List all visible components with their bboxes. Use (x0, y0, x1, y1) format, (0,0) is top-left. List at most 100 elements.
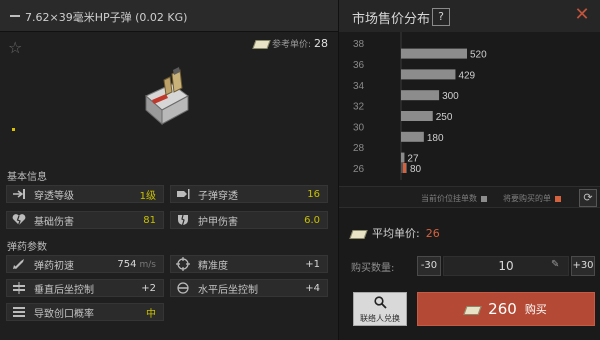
y-tick-label: 30 (353, 122, 365, 133)
wound-chance-icon (10, 305, 28, 319)
crosshair-icon (174, 257, 192, 271)
legend-current-label: 当前价位挂单数 (421, 194, 477, 203)
bar-value-label: 429 (458, 70, 475, 81)
stat-value: +4 (305, 282, 320, 294)
bar-value-label: 250 (436, 112, 453, 123)
bar-value-label: 520 (470, 50, 487, 61)
currency-icon (254, 39, 269, 48)
buy-price: 260 (488, 300, 517, 318)
stat-label: 水平后坐控制 (198, 284, 258, 296)
average-price-label: 平均单价: (372, 227, 420, 240)
stat-value: 1级 (139, 190, 156, 202)
y-tick-label: 38 (353, 39, 365, 50)
help-button[interactable]: ? (432, 8, 450, 26)
price-bar (401, 69, 456, 80)
legend-current-swatch (481, 195, 487, 202)
stat-value: +1 (305, 258, 320, 270)
price-bar (401, 152, 405, 163)
stat-value: 6.0 (304, 214, 320, 226)
stat-muzzle-velocity: 弹药初速 754 m/s (6, 255, 164, 273)
my-order-bar (403, 163, 406, 173)
decrease-button[interactable]: -30 (417, 256, 441, 276)
exchange-label: 联络人兑换 (360, 314, 400, 323)
stat-label: 基础伤害 (34, 216, 74, 228)
bar-value-label: 180 (427, 133, 444, 144)
stat-label: 弹药初速 (34, 260, 74, 272)
buy-button[interactable]: 260 购买 (417, 292, 595, 326)
y-tick-label: 26 (353, 164, 365, 175)
reference-price: 参考单价: 28 (254, 37, 328, 50)
market-title: 市场售价分布 (352, 12, 431, 27)
market-window: 7.62×39毫米HP子弹 (0.02 KG) ☆ 参考单价: 28 基本信息 … (0, 0, 600, 340)
stat-wound-chance: 导致创口概率 中 (6, 303, 164, 321)
stat-label: 垂直后坐控制 (34, 284, 94, 296)
stat-label: 精准度 (198, 260, 228, 272)
magnifier-icon (374, 296, 387, 313)
increase-button[interactable]: +30 (571, 256, 595, 276)
market-header: 市场售价分布 ? ✕ (339, 0, 600, 32)
vertical-recoil-icon (10, 281, 28, 295)
y-tick-label: 34 (353, 81, 365, 92)
collapse-dash-icon (10, 15, 20, 17)
currency-icon (351, 229, 366, 238)
legend-mine-swatch (555, 195, 561, 202)
chart-legend: 当前价位挂单数 将要购买的单 ⟳ (339, 186, 600, 208)
stat-label: 护甲伤害 (198, 216, 238, 228)
horizontal-recoil-icon (174, 281, 192, 295)
basic-info-title: 基本信息 (7, 172, 47, 183)
stat-armor-damage: 护甲伤害 6.0 (170, 211, 328, 229)
y-tick-label: 36 (353, 60, 365, 71)
stat-label: 导致创口概率 (34, 308, 94, 320)
refresh-button[interactable]: ⟳ (579, 189, 597, 207)
stat-accuracy: 精准度 +1 (170, 255, 328, 273)
item-detail-panel: 7.62×39毫米HP子弹 (0.02 KG) ☆ 参考单价: 28 基本信息 … (0, 0, 338, 340)
stat-value: 81 (143, 214, 156, 226)
stat-value: 中 (146, 308, 156, 320)
stat-label: 子弹穿透 (198, 190, 238, 202)
chart-svg: 38 520 36 429 34 300 32 250 30 180 28 27 26 80 (353, 32, 487, 180)
reference-price-label: 参考单价: (271, 40, 311, 50)
price-bar (401, 131, 424, 142)
quantity-label: 购买数量: (351, 263, 395, 274)
legend-mine-label: 将要购买的单 (503, 194, 551, 203)
price-bar (401, 90, 440, 101)
velocity-number: 754 (117, 258, 137, 270)
legend-current-orders: 当前价位挂单数 (421, 193, 487, 204)
stat-vertical-recoil: 垂直后坐控制 +2 (6, 279, 164, 297)
currency-icon (465, 305, 480, 314)
broken-heart-icon (10, 213, 28, 227)
favorite-star-icon[interactable]: ☆ (8, 40, 22, 56)
armor-damage-icon (174, 213, 192, 227)
reference-price-value: 28 (314, 37, 328, 50)
stat-value: +2 (141, 282, 156, 294)
bullet-penetration-icon (174, 187, 192, 201)
rocket-icon (10, 257, 28, 271)
price-bar (401, 48, 467, 59)
y-tick-label: 32 (353, 102, 365, 113)
item-header: 7.62×39毫米HP子弹 (0.02 KG) (0, 0, 338, 32)
bullet-box-icon (145, 67, 189, 126)
bar-value-label: 27 (407, 154, 419, 165)
stat-horizontal-recoil: 水平后坐控制 +4 (170, 279, 328, 297)
stat-label: 穿透等级 (34, 190, 74, 202)
buy-label: 购买 (524, 303, 547, 316)
bar-value-label: 300 (442, 91, 459, 102)
stat-penetration-level: 穿透等级 1级 (6, 185, 164, 203)
close-button[interactable]: ✕ (573, 6, 591, 24)
edit-pencil-icon[interactable]: ✎ (551, 259, 559, 270)
y-tick-label: 28 (353, 143, 365, 154)
quantity-stepper: 购买数量: -30 10 ✎ +30 (351, 256, 595, 276)
stat-value: 754 m/s (117, 259, 156, 270)
ammo-params-title: 弹药参数 (7, 242, 47, 253)
item-title: 7.62×39毫米HP子弹 (0.02 KG) (25, 11, 188, 24)
stat-value: 16 (307, 188, 320, 200)
stat-base-damage: 基础伤害 81 (6, 211, 164, 229)
price-bar (401, 111, 433, 121)
price-distribution-chart: 38 520 36 429 34 300 32 250 30 180 28 27 26 80 (339, 32, 600, 182)
market-panel: 市场售价分布 ? ✕ 38 520 36 429 34 300 32 250 30 180 28 27… (338, 0, 600, 340)
contact-exchange-button[interactable]: 联络人兑换 (353, 292, 407, 326)
bar-value-label: 80 (410, 164, 422, 175)
penetration-level-icon (10, 187, 28, 201)
velocity-unit: m/s (139, 259, 157, 270)
stat-bullet-penetration: 子弹穿透 16 (170, 185, 328, 203)
